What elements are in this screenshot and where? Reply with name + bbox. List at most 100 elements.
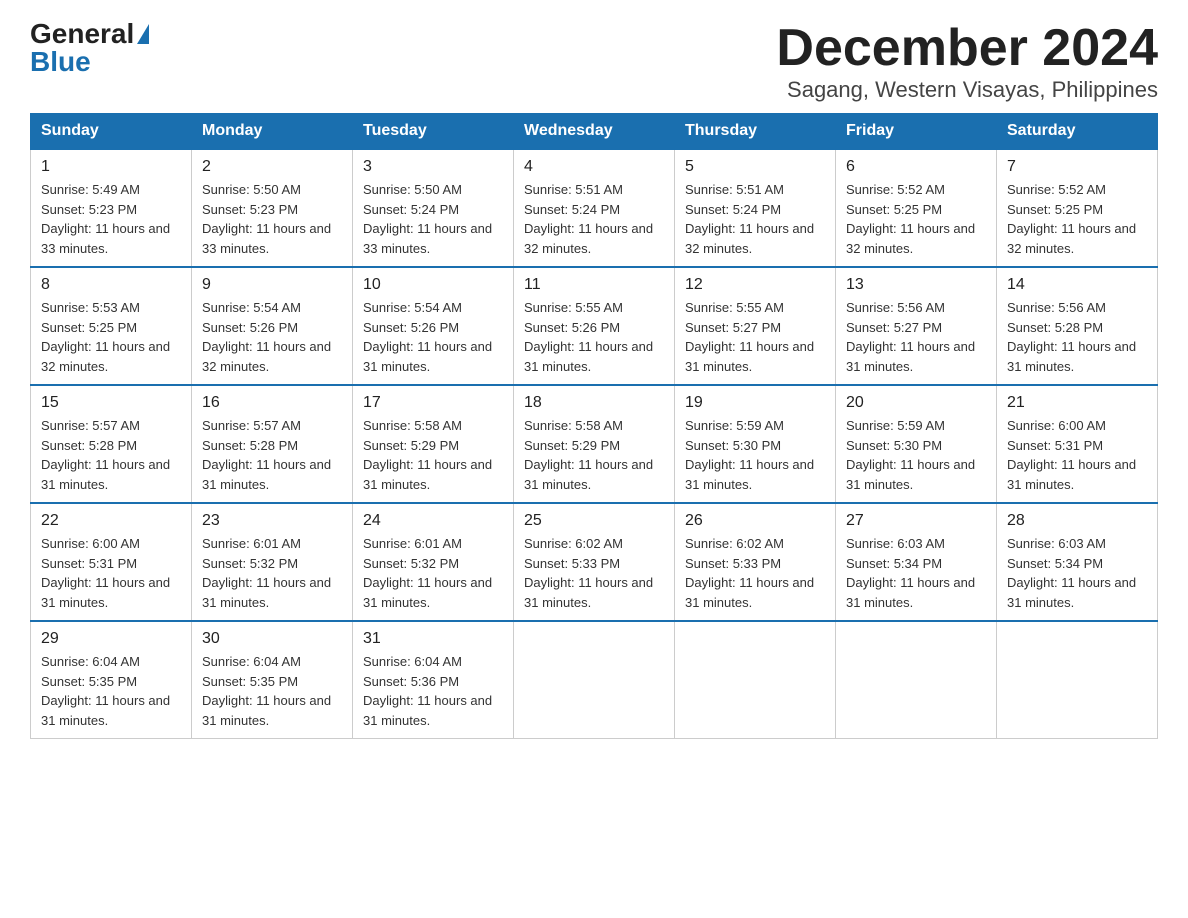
calendar-week-row: 22 Sunrise: 6:00 AMSunset: 5:31 PMDayligh…	[31, 503, 1158, 621]
calendar-day-cell: 8 Sunrise: 5:53 AMSunset: 5:25 PMDaylight…	[31, 267, 192, 385]
day-info: Sunrise: 5:59 AMSunset: 5:30 PMDaylight:…	[846, 416, 986, 494]
calendar-week-row: 8 Sunrise: 5:53 AMSunset: 5:25 PMDaylight…	[31, 267, 1158, 385]
calendar-day-cell: 22 Sunrise: 6:00 AMSunset: 5:31 PMDayligh…	[31, 503, 192, 621]
calendar-day-cell: 28Sunrise: 6:03 AMSunset: 5:34 PMDayligh…	[997, 503, 1158, 621]
day-number: 1	[41, 158, 181, 176]
calendar-day-cell: 10 Sunrise: 5:54 AMSunset: 5:26 PMDayligh…	[353, 267, 514, 385]
day-info: Sunrise: 5:50 AMSunset: 5:24 PMDaylight:…	[363, 180, 503, 258]
calendar-empty-cell	[514, 621, 675, 739]
day-info: Sunrise: 6:04 AMSunset: 5:35 PMDaylight:…	[41, 652, 181, 730]
day-info: Sunrise: 5:54 AMSunset: 5:26 PMDaylight:…	[202, 298, 342, 376]
day-info: Sunrise: 5:56 AMSunset: 5:28 PMDaylight:…	[1007, 298, 1147, 376]
day-number: 27	[846, 512, 986, 530]
day-info: Sunrise: 5:49 AMSunset: 5:23 PMDaylight:…	[41, 180, 181, 258]
day-number: 11	[524, 276, 664, 294]
calendar-day-cell: 13Sunrise: 5:56 AMSunset: 5:27 PMDayligh…	[836, 267, 997, 385]
day-info: Sunrise: 5:57 AMSunset: 5:28 PMDaylight:…	[202, 416, 342, 494]
day-info: Sunrise: 6:02 AMSunset: 5:33 PMDaylight:…	[524, 534, 664, 612]
calendar-week-row: 29 Sunrise: 6:04 AMSunset: 5:35 PMDayligh…	[31, 621, 1158, 739]
calendar-title: December 2024	[776, 20, 1158, 77]
day-info: Sunrise: 6:02 AMSunset: 5:33 PMDaylight:…	[685, 534, 825, 612]
calendar-day-cell: 5Sunrise: 5:51 AMSunset: 5:24 PMDaylight…	[675, 149, 836, 267]
calendar-day-cell: 21Sunrise: 6:00 AMSunset: 5:31 PMDayligh…	[997, 385, 1158, 503]
day-info: Sunrise: 5:55 AMSunset: 5:26 PMDaylight:…	[524, 298, 664, 376]
day-info: Sunrise: 5:58 AMSunset: 5:29 PMDaylight:…	[524, 416, 664, 494]
day-info: Sunrise: 6:03 AMSunset: 5:34 PMDaylight:…	[846, 534, 986, 612]
day-number: 16	[202, 394, 342, 412]
day-number: 31	[363, 630, 503, 648]
day-info: Sunrise: 6:01 AMSunset: 5:32 PMDaylight:…	[202, 534, 342, 612]
calendar-day-cell: 31Sunrise: 6:04 AMSunset: 5:36 PMDayligh…	[353, 621, 514, 739]
logo-triangle-icon	[137, 24, 149, 44]
weekday-header-thursday: Thursday	[675, 114, 836, 150]
calendar-day-cell: 15Sunrise: 5:57 AMSunset: 5:28 PMDayligh…	[31, 385, 192, 503]
calendar-day-cell: 20 Sunrise: 5:59 AMSunset: 5:30 PMDayligh…	[836, 385, 997, 503]
day-info: Sunrise: 5:55 AMSunset: 5:27 PMDaylight:…	[685, 298, 825, 376]
day-number: 5	[685, 158, 825, 176]
day-number: 2	[202, 158, 342, 176]
day-number: 18	[524, 394, 664, 412]
day-number: 22	[41, 512, 181, 530]
calendar-day-cell: 29 Sunrise: 6:04 AMSunset: 5:35 PMDayligh…	[31, 621, 192, 739]
day-number: 19	[685, 394, 825, 412]
calendar-header: SundayMondayTuesdayWednesdayThursdayFrid…	[31, 114, 1158, 150]
calendar-table: SundayMondayTuesdayWednesdayThursdayFrid…	[30, 113, 1158, 739]
calendar-day-cell: 1 Sunrise: 5:49 AMSunset: 5:23 PMDaylight…	[31, 149, 192, 267]
day-info: Sunrise: 6:01 AMSunset: 5:32 PMDaylight:…	[363, 534, 503, 612]
logo-general-text: General	[30, 20, 134, 48]
calendar-day-cell: 30 Sunrise: 6:04 AMSunset: 5:35 PMDayligh…	[192, 621, 353, 739]
day-number: 8	[41, 276, 181, 294]
calendar-week-row: 1 Sunrise: 5:49 AMSunset: 5:23 PMDaylight…	[31, 149, 1158, 267]
calendar-day-cell: 2 Sunrise: 5:50 AMSunset: 5:23 PMDaylight…	[192, 149, 353, 267]
calendar-day-cell: 11 Sunrise: 5:55 AMSunset: 5:26 PMDayligh…	[514, 267, 675, 385]
weekday-header-row: SundayMondayTuesdayWednesdayThursdayFrid…	[31, 114, 1158, 150]
calendar-day-cell: 25Sunrise: 6:02 AMSunset: 5:33 PMDayligh…	[514, 503, 675, 621]
day-number: 4	[524, 158, 664, 176]
calendar-day-cell: 4 Sunrise: 5:51 AMSunset: 5:24 PMDaylight…	[514, 149, 675, 267]
calendar-day-cell: 3 Sunrise: 5:50 AMSunset: 5:24 PMDaylight…	[353, 149, 514, 267]
day-number: 12	[685, 276, 825, 294]
day-number: 13	[846, 276, 986, 294]
day-info: Sunrise: 6:03 AMSunset: 5:34 PMDaylight:…	[1007, 534, 1147, 612]
day-number: 10	[363, 276, 503, 294]
day-info: Sunrise: 6:04 AMSunset: 5:35 PMDaylight:…	[202, 652, 342, 730]
day-info: Sunrise: 5:59 AMSunset: 5:30 PMDaylight:…	[685, 416, 825, 494]
calendar-day-cell: 18 Sunrise: 5:58 AMSunset: 5:29 PMDayligh…	[514, 385, 675, 503]
calendar-day-cell: 6Sunrise: 5:52 AMSunset: 5:25 PMDaylight…	[836, 149, 997, 267]
weekday-header-monday: Monday	[192, 114, 353, 150]
calendar-day-cell: 26Sunrise: 6:02 AMSunset: 5:33 PMDayligh…	[675, 503, 836, 621]
day-info: Sunrise: 5:54 AMSunset: 5:26 PMDaylight:…	[363, 298, 503, 376]
day-number: 20	[846, 394, 986, 412]
calendar-day-cell: 27 Sunrise: 6:03 AMSunset: 5:34 PMDayligh…	[836, 503, 997, 621]
day-info: Sunrise: 5:53 AMSunset: 5:25 PMDaylight:…	[41, 298, 181, 376]
weekday-header-tuesday: Tuesday	[353, 114, 514, 150]
calendar-empty-cell	[997, 621, 1158, 739]
day-info: Sunrise: 5:57 AMSunset: 5:28 PMDaylight:…	[41, 416, 181, 494]
day-info: Sunrise: 6:00 AMSunset: 5:31 PMDaylight:…	[1007, 416, 1147, 494]
calendar-empty-cell	[836, 621, 997, 739]
calendar-day-cell: 12 Sunrise: 5:55 AMSunset: 5:27 PMDayligh…	[675, 267, 836, 385]
day-info: Sunrise: 6:00 AMSunset: 5:31 PMDaylight:…	[41, 534, 181, 612]
calendar-week-row: 15Sunrise: 5:57 AMSunset: 5:28 PMDayligh…	[31, 385, 1158, 503]
calendar-day-cell: 14 Sunrise: 5:56 AMSunset: 5:28 PMDayligh…	[997, 267, 1158, 385]
day-number: 30	[202, 630, 342, 648]
logo-blue-text: Blue	[30, 48, 91, 76]
day-number: 3	[363, 158, 503, 176]
logo: General Blue	[30, 20, 149, 76]
day-info: Sunrise: 5:52 AMSunset: 5:25 PMDaylight:…	[846, 180, 986, 258]
day-number: 7	[1007, 158, 1147, 176]
calendar-day-cell: 17 Sunrise: 5:58 AMSunset: 5:29 PMDayligh…	[353, 385, 514, 503]
day-number: 9	[202, 276, 342, 294]
weekday-header-saturday: Saturday	[997, 114, 1158, 150]
day-info: Sunrise: 5:51 AMSunset: 5:24 PMDaylight:…	[524, 180, 664, 258]
day-number: 14	[1007, 276, 1147, 294]
day-info: Sunrise: 5:50 AMSunset: 5:23 PMDaylight:…	[202, 180, 342, 258]
day-info: Sunrise: 5:58 AMSunset: 5:29 PMDaylight:…	[363, 416, 503, 494]
calendar-subtitle: Sagang, Western Visayas, Philippines	[776, 77, 1158, 103]
calendar-day-cell: 7 Sunrise: 5:52 AMSunset: 5:25 PMDaylight…	[997, 149, 1158, 267]
day-number: 17	[363, 394, 503, 412]
calendar-day-cell: 24Sunrise: 6:01 AMSunset: 5:32 PMDayligh…	[353, 503, 514, 621]
day-number: 29	[41, 630, 181, 648]
day-info: Sunrise: 5:52 AMSunset: 5:25 PMDaylight:…	[1007, 180, 1147, 258]
calendar-empty-cell	[675, 621, 836, 739]
